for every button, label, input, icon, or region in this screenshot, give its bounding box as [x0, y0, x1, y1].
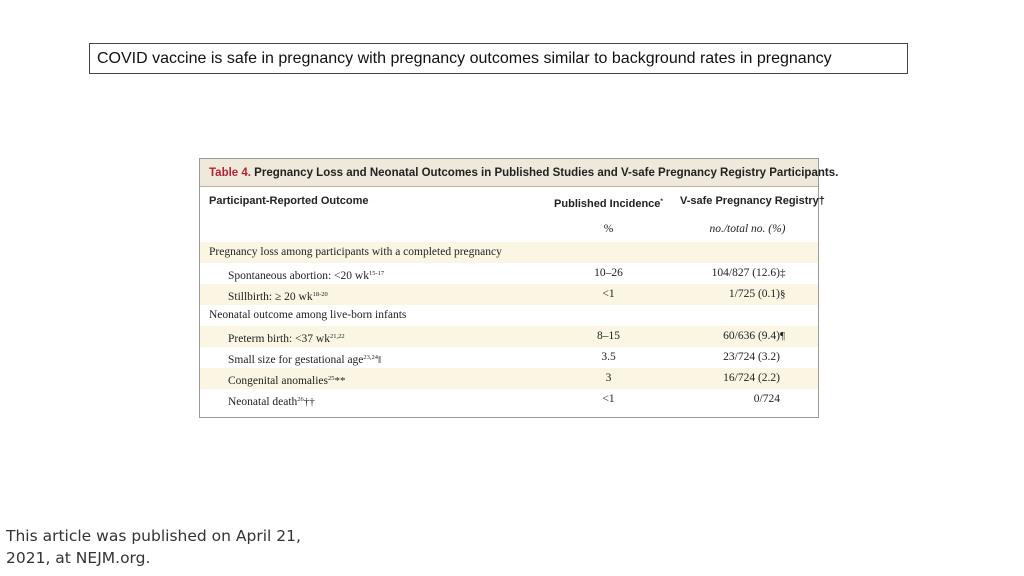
row-ref: 23,24: [363, 354, 379, 361]
row-published: 8–15: [597, 330, 620, 342]
section-label: Pregnancy loss among participants with a…: [209, 246, 502, 258]
row-vsafe-mark: ‡: [780, 267, 786, 279]
headline-text: COVID vaccine is safe in pregnancy with …: [97, 50, 832, 67]
row-ref: 21,22: [329, 333, 345, 340]
row-vsafe-value: 16/724 (2.2): [723, 372, 780, 384]
row-published: 3.5: [601, 351, 616, 363]
table-caption: Table 4. Pregnancy Loss and Neonatal Out…: [200, 159, 838, 187]
table-row: Preterm birth: <37 wk21,22 8–15 60/636 (…: [200, 326, 818, 347]
row-label-text: Spontaneous abortion: <20 wk: [228, 270, 369, 282]
header-published: Published Incidence*: [540, 187, 677, 219]
row-label: Neonatal death26††: [228, 389, 315, 413]
row-vsafe-value: 0/724: [753, 393, 780, 405]
row-vsafe: 104/827 (12.6)‡: [700, 263, 815, 284]
publication-note: This article was published on April 21, …: [6, 527, 301, 567]
header-outcome: Participant-Reported Outcome: [209, 195, 369, 207]
table-row: Spontaneous abortion: <20 wk15-17 10–26 …: [200, 263, 818, 284]
row-published: <1: [602, 288, 615, 300]
row-vsafe-value: 60/636 (9.4): [723, 330, 780, 342]
row-vsafe: 0/724: [700, 389, 815, 410]
units-published: %: [603, 223, 614, 235]
table-row: Small size for gestational age23,24‖ 3.5…: [200, 347, 818, 368]
units-vsafe: no./total no. (%): [709, 223, 786, 235]
section-row: Neonatal outcome among live-born infants: [200, 305, 818, 326]
header-published-mark: *: [660, 198, 663, 205]
row-vsafe-value: 104/827 (12.6): [711, 267, 780, 279]
header-published-label: Published Incidence: [554, 198, 661, 210]
row-mark: **: [334, 375, 346, 387]
row-vsafe: 60/636 (9.4)¶: [700, 326, 815, 347]
row-published: 10–26: [594, 267, 623, 279]
table-number: Table 4.: [209, 167, 251, 179]
table-units-row: % no./total no. (%): [200, 216, 818, 242]
table-row: Neonatal death26†† <1 0/724: [200, 389, 818, 410]
nejm-table: Table 4. Pregnancy Loss and Neonatal Out…: [199, 158, 838, 418]
header-vsafe-mark: †: [818, 195, 825, 207]
header-vsafe: V-safe Pregnancy Registry†: [680, 187, 825, 216]
row-mark: ‖: [378, 354, 382, 366]
row-vsafe-mark: ¶: [780, 330, 785, 342]
row-ref: 18-20: [312, 291, 328, 298]
section-label: Neonatal outcome among live-born infants: [209, 309, 407, 321]
row-label-text: Neonatal death: [228, 396, 298, 408]
row-published: <1: [602, 393, 615, 405]
row-vsafe: 1/725 (0.1)§: [700, 284, 815, 305]
row-vsafe: 23/724 (3.2): [700, 347, 815, 368]
row-vsafe-mark: §: [780, 288, 786, 300]
header-vsafe-label: V-safe Pregnancy Registry: [680, 195, 819, 207]
table-title: Pregnancy Loss and Neonatal Outcomes in …: [254, 167, 839, 179]
table-row: Congenital anomalies25** 3 16/724 (2.2): [200, 368, 818, 389]
row-mark: ††: [303, 396, 315, 408]
row-label-text: Congenital anomalies: [228, 375, 328, 387]
row-published: 3: [605, 372, 612, 384]
table-header-row: Participant-Reported Outcome Published I…: [200, 187, 825, 219]
row-label-text: Preterm birth: <37 wk: [228, 333, 330, 345]
headline-box: COVID vaccine is safe in pregnancy with …: [89, 43, 908, 74]
row-label-text: Small size for gestational age: [228, 354, 364, 366]
row-ref: 15-17: [368, 270, 385, 277]
section-row: Pregnancy loss among participants with a…: [200, 242, 818, 263]
table-row: Stillbirth: ≥ 20 wk18-20 <1 1/725 (0.1)§: [200, 284, 818, 305]
row-vsafe-value: 23/724 (3.2): [723, 351, 780, 363]
row-vsafe: 16/724 (2.2): [700, 368, 815, 389]
row-vsafe-value: 1/725 (0.1): [728, 288, 780, 300]
row-label-text: Stillbirth: ≥ 20 wk: [228, 291, 313, 303]
